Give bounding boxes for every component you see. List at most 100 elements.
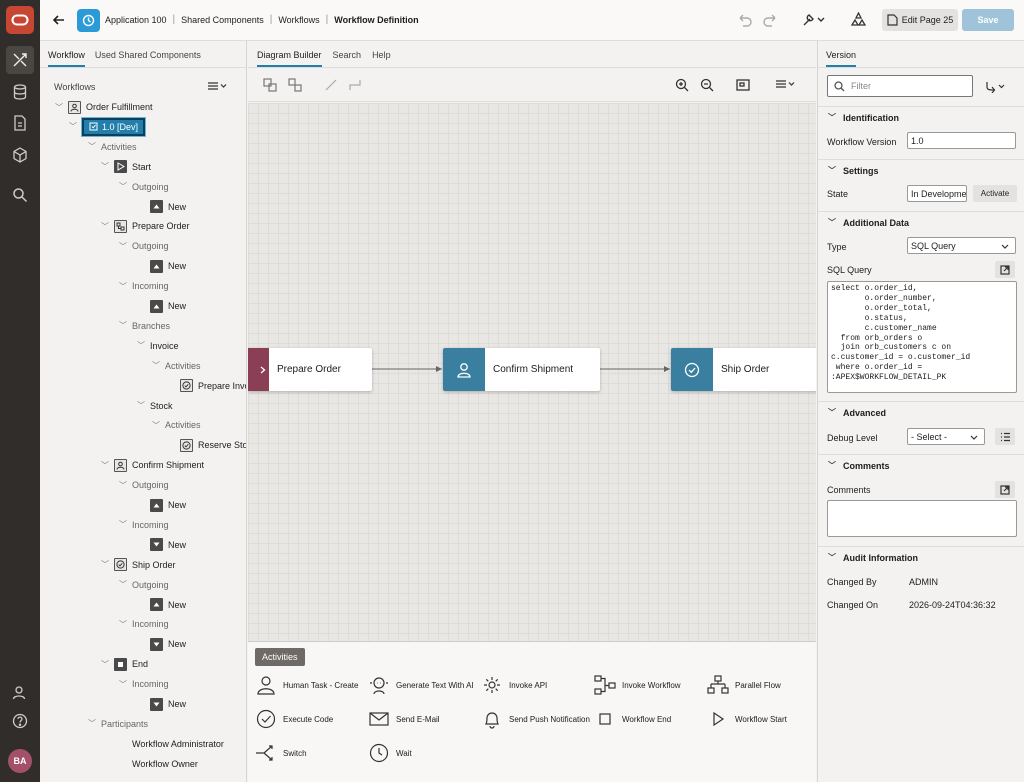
chevron-down-icon[interactable]: ﹀ [118,241,128,252]
tree-node[interactable]: ﹀ Outgoing [118,238,169,254]
palette-item[interactable]: Invoke Workflow [594,674,706,696]
chevron-down-icon[interactable]: ﹀ [136,340,146,351]
selected-tree-node[interactable]: 1.0 [Dev] [80,116,147,137]
tree-node[interactable]: ﹀ Ship Order [100,557,176,573]
breadcrumb-shared-components[interactable]: Shared Components [181,15,264,25]
tree-node[interactable]: New [136,537,186,553]
tree-node[interactable]: ﹀ Invoice [136,338,179,354]
chevron-down-icon[interactable]: ﹀ [87,718,97,729]
tree-node[interactable]: Reserve Stock [166,437,246,453]
tree-node[interactable]: ﹀ 1.0 [Dev] [68,116,147,137]
tree-node[interactable]: Workflow Administrator [118,736,224,752]
palette-item[interactable]: Parallel Flow [707,674,819,696]
state-input[interactable]: In Development [907,185,967,202]
chevron-down-icon[interactable]: ﹀ [100,221,110,232]
tree-node[interactable]: ﹀ Stock [136,398,173,414]
tab-workflow[interactable]: Workflow [48,50,85,67]
chevron-down-icon[interactable]: ﹀ [118,181,128,192]
tree-node[interactable]: ﹀ Incoming [118,278,169,294]
node-collapse-handle[interactable] [248,348,269,391]
palette-item[interactable]: Workflow Start [707,708,819,730]
app-builder-icon[interactable] [6,46,34,74]
chevron-down-icon[interactable]: ﹀ [118,619,128,630]
back-arrow-icon[interactable] [52,13,66,27]
chevron-down-icon[interactable]: ﹀ [54,102,64,113]
ungroup-icon[interactable] [288,78,302,92]
tab-used-shared-components[interactable]: Used Shared Components [95,50,201,67]
tree-node[interactable]: ﹀ Activities [87,139,137,155]
tree-menu-icon[interactable] [207,81,229,91]
tree-node[interactable]: New [136,258,186,274]
go-to-group-icon[interactable] [986,81,1006,93]
oracle-logo-icon[interactable] [6,6,34,34]
tree-node[interactable]: New [136,696,186,712]
shared-components-icon[interactable] [851,12,866,27]
section-settings[interactable]: ﹀ Settings [818,159,1024,181]
chevron-down-icon[interactable]: ﹀ [136,400,146,411]
breadcrumb-workflows[interactable]: Workflows [278,15,319,25]
sql-workshop-icon[interactable] [6,109,34,137]
tree-node[interactable]: New [136,199,186,215]
section-comments[interactable]: ﹀ Comments [818,454,1024,476]
chevron-down-icon[interactable]: ﹀ [118,679,128,690]
activate-button[interactable]: Activate [973,185,1017,202]
undo-icon[interactable] [737,12,752,27]
zoom-in-icon[interactable] [675,78,689,92]
filter-input[interactable]: Filter [827,75,973,97]
palette-item[interactable]: Send Push Notification [481,708,593,730]
tab-help[interactable]: Help [372,50,391,67]
tree-node[interactable]: ﹀ End [100,656,148,672]
app-icon[interactable] [77,9,100,32]
tab-diagram-builder[interactable]: Diagram Builder [257,50,322,67]
fit-to-screen-icon[interactable] [736,78,750,92]
avatar[interactable]: BA [8,749,32,773]
palette-item[interactable]: Switch [255,742,367,764]
zoom-out-icon[interactable] [700,78,714,92]
gallery-icon[interactable] [6,141,34,169]
diagram-menu-icon[interactable] [775,79,797,89]
tree-node[interactable]: New [136,497,186,513]
tree-node[interactable]: ﹀ Activities [151,417,201,433]
edit-page-button[interactable]: Edit Page 25 [882,9,958,31]
palette-item[interactable]: Human Task - Create [255,674,367,696]
chevron-down-icon[interactable]: ﹀ [118,320,128,331]
comments-textarea[interactable] [827,500,1017,537]
debug-level-select[interactable]: - Select - [907,428,985,445]
tree-node[interactable]: ﹀ Outgoing [118,179,169,195]
chevron-down-icon[interactable]: ﹀ [118,281,128,292]
utilities-wrench-icon[interactable] [801,12,825,27]
section-additional-data[interactable]: ﹀ Additional Data [818,211,1024,233]
database-icon[interactable] [6,78,34,106]
tree-node[interactable]: New [136,636,186,652]
save-button[interactable]: Save [962,9,1014,31]
node-ship-order[interactable]: Ship Order [671,348,816,391]
expand-sql-icon[interactable] [995,261,1015,278]
palette-item[interactable]: Generate Text With AI [368,674,480,696]
straight-link-icon[interactable] [324,78,338,92]
section-advanced[interactable]: ﹀ Advanced [818,401,1024,423]
tree-node[interactable]: ﹀ Outgoing [118,577,169,593]
tree-node[interactable]: ﹀ Participants [87,716,148,732]
orthogonal-link-icon[interactable] [348,78,362,92]
palette-item[interactable]: Workflow End [594,708,706,730]
tree-node[interactable]: New [136,597,186,613]
tree-node[interactable]: ﹀ Branches [118,318,170,334]
chevron-down-icon[interactable]: ﹀ [87,141,97,152]
tree-node[interactable]: Prepare Invoice [166,378,246,394]
tree-node[interactable]: ﹀ Prepare Order [100,218,190,234]
palette-item[interactable]: Invoke API [481,674,593,696]
chevron-down-icon[interactable]: ﹀ [100,161,110,172]
tree-node[interactable]: ﹀ Order Fulfillment [54,99,153,115]
chevron-down-icon[interactable]: ﹀ [151,420,161,431]
diagram-canvas[interactable]: Prepare Order Confirm Shipment Ship Orde… [248,103,816,681]
palette-item[interactable]: Execute Code [255,708,367,730]
user-settings-icon[interactable] [6,679,34,707]
tree-node[interactable]: ﹀ Start [100,159,151,175]
chevron-down-icon[interactable]: ﹀ [100,659,110,670]
type-select[interactable]: SQL Query [907,237,1016,254]
expand-comments-icon[interactable] [995,481,1015,498]
tab-version[interactable]: Version [826,50,857,67]
chevron-down-icon[interactable]: ﹀ [100,460,110,471]
section-identification[interactable]: ﹀ Identification [818,106,1024,128]
list-values-icon[interactable] [995,428,1015,445]
